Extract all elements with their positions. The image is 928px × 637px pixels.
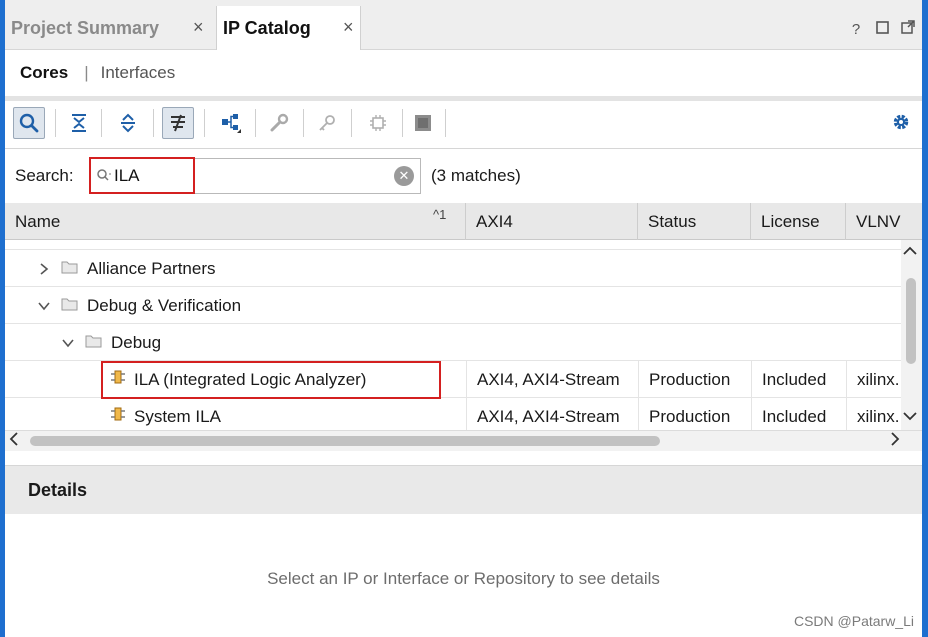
search-highlight-box (89, 157, 195, 194)
close-icon[interactable]: × (343, 17, 354, 38)
search-row: Search: ✕ (3 matches) (5, 149, 922, 203)
table-header: Name ^1 AXI4 Status License VLNV (5, 203, 922, 240)
toolbar-separator (303, 109, 304, 137)
row-label: Debug & Verification (87, 295, 242, 315)
folder-icon (85, 333, 102, 353)
ip-tree-table: Alliance Partners Debug & Verification D… (5, 240, 901, 430)
toolbar-separator (153, 109, 154, 137)
toolbar (5, 101, 922, 149)
match-count: (3 matches) (431, 166, 521, 185)
status-cell: Production (638, 361, 751, 398)
chip-icon[interactable] (362, 107, 394, 139)
toolbar-separator (204, 109, 205, 137)
column-header-vlnv[interactable]: VLNV (846, 203, 922, 240)
ip-core-icon (110, 406, 126, 427)
float-window-icon[interactable] (900, 20, 916, 38)
watermark: CSDN @Patarw_Li (793, 613, 914, 629)
tab-project-summary[interactable]: Project Summary × (5, 6, 214, 50)
package-icon[interactable] (407, 107, 439, 139)
table-row[interactable]: Debug (5, 324, 901, 361)
toolbar-separator (255, 109, 256, 137)
horizontal-scrollbar[interactable] (5, 430, 922, 451)
ila-row-highlight-box (101, 361, 441, 399)
column-label: License (761, 211, 820, 231)
chevron-up-icon[interactable] (903, 243, 917, 259)
license-cell: Included (751, 361, 846, 398)
wrench-icon[interactable] (263, 107, 295, 139)
row-label: Alliance Partners (87, 258, 216, 278)
chevron-right-icon[interactable] (37, 262, 51, 276)
scroll-thumb[interactable] (906, 278, 916, 364)
collapse-all-icon[interactable] (63, 107, 95, 139)
table-row[interactable]: System ILA AXI4, AXI4-Stream Production … (5, 398, 901, 430)
row-label: System ILA (134, 406, 221, 426)
column-header-status[interactable]: Status (638, 203, 751, 240)
column-header-name[interactable]: Name ^1 (5, 203, 466, 240)
folder-icon (61, 296, 78, 316)
status-cell: Production (638, 398, 751, 430)
name-cell: Debug (5, 324, 466, 361)
column-label: Status (648, 211, 697, 231)
license-cell: Included (751, 398, 846, 430)
sort-indicator: ^1 (433, 207, 447, 222)
details-placeholder: Select an IP or Interface or Repository … (267, 569, 660, 588)
chevron-left-icon[interactable] (9, 432, 19, 449)
axi-cell: AXI4, AXI4-Stream (466, 398, 638, 430)
window-controls: ? (848, 20, 916, 38)
toolbar-separator (351, 109, 352, 137)
tab-label: IP Catalog (223, 17, 311, 38)
tab-label: Project Summary (11, 17, 160, 38)
table-row[interactable]: Alliance Partners (5, 250, 901, 287)
toolbar-separator (402, 109, 403, 137)
subtab-separator: | (84, 63, 89, 82)
details-title: Details (28, 479, 88, 500)
column-label: AXI4 (476, 211, 513, 231)
ip-catalog-panel: Project Summary × IP Catalog × ? Cores |… (5, 0, 922, 637)
toolbar-separator (55, 109, 56, 137)
row-label: Debug (111, 332, 162, 352)
name-cell: Debug & Verification (5, 287, 466, 324)
folder-icon (61, 259, 78, 279)
maximize-icon[interactable] (874, 20, 890, 38)
vertical-scrollbar[interactable] (901, 240, 922, 430)
table-row[interactable]: Debug & Verification (5, 287, 901, 324)
toolbar-separator (101, 109, 102, 137)
details-panel: Select an IP or Interface or Repository … (5, 514, 922, 637)
hierarchy-icon[interactable] (215, 107, 247, 139)
subtab-interfaces[interactable]: Interfaces (101, 63, 176, 83)
expand-all-icon[interactable] (112, 107, 144, 139)
chevron-down-icon[interactable] (37, 299, 51, 313)
gear-icon[interactable] (890, 111, 912, 133)
column-header-license[interactable]: License (751, 203, 846, 240)
catalog-subtabs: Cores | Interfaces (5, 50, 922, 96)
name-cell: Alliance Partners (5, 250, 466, 287)
clear-icon[interactable]: ✕ (394, 166, 414, 186)
chevron-right-icon[interactable] (890, 432, 900, 449)
panel-gap (5, 451, 922, 466)
filter-icon[interactable] (162, 107, 194, 139)
name-cell: System ILA (5, 398, 466, 430)
tab-bar: Project Summary × IP Catalog × ? (5, 0, 922, 50)
chevron-down-icon[interactable] (903, 408, 917, 424)
tab-ip-catalog[interactable]: IP Catalog × (216, 6, 361, 50)
help-icon[interactable]: ? (848, 21, 864, 38)
column-label: Name (15, 211, 61, 231)
close-icon[interactable]: × (193, 17, 204, 38)
details-header[interactable]: Details (5, 466, 922, 514)
search-label: Search: (15, 166, 74, 185)
vlnv-cell: xilinx. (846, 398, 901, 430)
toolbar-separator (445, 109, 446, 137)
chevron-down-icon[interactable] (61, 336, 75, 350)
axi-cell: AXI4, AXI4-Stream (466, 361, 638, 398)
table-row (5, 240, 901, 250)
key-icon[interactable] (311, 107, 343, 139)
column-header-axi4[interactable]: AXI4 (466, 203, 638, 240)
vlnv-cell: xilinx. (846, 361, 901, 398)
scroll-thumb[interactable] (30, 436, 660, 446)
search-icon[interactable] (13, 107, 45, 139)
subtab-cores[interactable]: Cores (20, 63, 68, 83)
column-label: VLNV (856, 211, 901, 231)
